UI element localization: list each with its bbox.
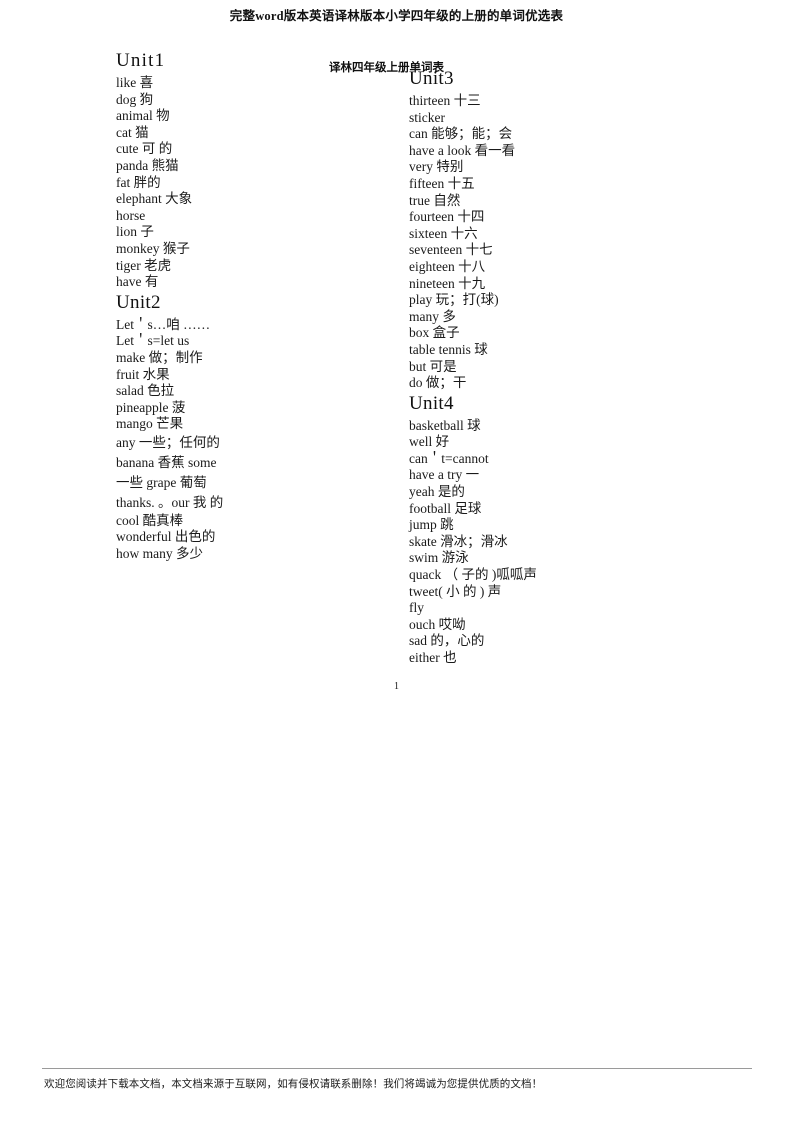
word-entry: fifteen 十五: [409, 175, 475, 191]
unit-heading-unit2: Unit2: [116, 291, 161, 313]
unit-section-unit1: Unit1 like 喜 dog 狗 animal 物 cat 猫 cute 可…: [116, 50, 366, 291]
word-entry: salad 色拉: [116, 383, 175, 399]
word-entry: do 做；干: [409, 375, 467, 391]
word-entry: seventeen 十七: [409, 242, 493, 258]
word-entry: panda 熊猫: [116, 157, 179, 173]
word-list-unit2: Let＇s…咱 …… Let＇s=let us make 做；制作 fruit …: [116, 317, 366, 563]
word-entry: thanks. 。our 我 的: [116, 494, 224, 510]
left-column: Unit1 like 喜 dog 狗 animal 物 cat 猫 cute 可…: [116, 50, 366, 563]
word-entry: animal 物: [116, 108, 170, 124]
word-entry: fly: [409, 600, 424, 616]
word-entry: have 有: [116, 274, 159, 290]
word-entry: but 可是: [409, 358, 457, 374]
word-entry: football 足球: [409, 500, 482, 516]
word-entry: any 一些；任何的: [116, 434, 220, 450]
word-entry: Let＇s…咱 ……: [116, 316, 211, 332]
unit-heading-unit1: Unit1: [116, 50, 166, 71]
page-number: 1: [394, 681, 399, 692]
word-entry: mango 芒果: [116, 416, 184, 432]
word-entry: thirteen 十三: [409, 93, 481, 108]
unit-section-unit4: Unit4 basketball 球 well 好 can＇t=cannot h…: [409, 393, 689, 667]
word-list-unit4: basketball 球 well 好 can＇t=cannot have a …: [409, 418, 689, 667]
word-entry: banana 香蕉 some: [116, 454, 217, 470]
word-entry: fat 胖的: [116, 174, 161, 190]
word-list-unit3: thirteen 十三 sticker can 能够；能；会 have a lo…: [409, 93, 689, 392]
word-entry: cool 酷真棒: [116, 512, 184, 528]
word-entry: horse: [116, 207, 146, 223]
right-column: Unit3 thirteen 十三 sticker can 能够；能；会 hav…: [409, 50, 689, 667]
word-entry: many 多: [409, 308, 456, 324]
word-entry: like 喜: [116, 75, 154, 90]
word-entry: can 能够；能；会: [409, 126, 513, 142]
word-entry: tweet( 小 的 ) 声: [409, 583, 502, 599]
word-entry: have a try 一: [409, 467, 480, 483]
word-entry: yeah 是的: [409, 484, 465, 500]
word-list-unit1: like 喜 dog 狗 animal 物 cat 猫 cute 可 的 pan…: [116, 75, 366, 291]
word-entry: sixteen 十六: [409, 225, 478, 241]
word-entry: table tennis 球: [409, 341, 488, 357]
word-entry: true 自然: [409, 192, 461, 208]
word-entry: monkey 猴子: [116, 240, 190, 256]
word-entry: fourteen 十四: [409, 209, 485, 225]
word-entry: eighteen 十八: [409, 258, 486, 274]
word-entry: make 做；制作: [116, 349, 203, 365]
word-entry: cat 猫: [116, 124, 149, 140]
word-entry: 一些 grape 葡萄: [116, 474, 207, 490]
word-entry: nineteen 十九: [409, 275, 486, 291]
word-entry: either 也: [409, 650, 457, 665]
page-title: 完整word版本英语译林版本小学四年级的上册的单词优选表: [229, 9, 564, 23]
word-entry: jump 跳: [409, 517, 454, 533]
word-entry: lion 子: [116, 224, 154, 240]
word-entry: box 盒子: [409, 325, 460, 341]
word-entry: quack （ 子的 )呱呱声: [409, 567, 537, 583]
word-entry: very 特别: [409, 159, 464, 175]
word-entry: dog 狗: [116, 91, 154, 107]
word-entry: Let＇s=let us: [116, 333, 190, 349]
unit-heading-unit3: Unit3: [409, 68, 454, 89]
unit-section-unit3: Unit3 thirteen 十三 sticker can 能够；能；会 hav…: [409, 68, 689, 392]
word-entry: ouch 哎呦: [409, 616, 466, 632]
word-entry: sticker: [409, 109, 445, 125]
word-entry: cute 可 的: [116, 141, 173, 157]
document-page: 完整word版本英语译林版本小学四年级的上册的单词优选表 译林四年级上册单词表 …: [0, 0, 793, 1122]
word-entry: basketball 球: [409, 417, 481, 433]
word-entry: well 好: [409, 434, 450, 450]
footer-divider: [42, 1068, 752, 1069]
unit-section-unit2: Unit2 Let＇s…咱 …… Let＇s=let us make 做；制作 …: [116, 292, 366, 563]
word-entry: tiger 老虎: [116, 257, 172, 273]
word-entry: can＇t=cannot: [409, 450, 489, 466]
word-entry: play 玩；打(球): [409, 292, 499, 308]
word-entry: pineapple 菠: [116, 399, 186, 415]
word-entry: skate 滑冰；滑冰: [409, 533, 508, 549]
word-entry: how many 多少: [116, 546, 203, 562]
word-entry: have a look 看一看: [409, 142, 516, 158]
footer-notice: 欢迎您阅读并下载本文档，本文档来源于互联网，如有侵权请联系删除！我们将竭诚为您提…: [44, 1079, 543, 1090]
word-entry: elephant 大象: [116, 191, 193, 207]
word-entry: fruit 水果: [116, 366, 170, 382]
word-entry: sad 的，心的: [409, 633, 485, 649]
word-entry: swim 游泳: [409, 550, 469, 566]
word-entry: wonderful 出色的: [116, 529, 216, 545]
unit-heading-unit4: Unit4: [409, 392, 454, 414]
